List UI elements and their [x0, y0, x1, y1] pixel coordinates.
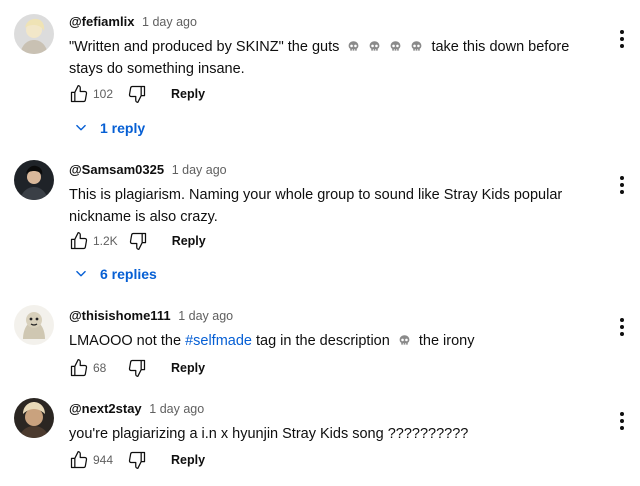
thumbs-down-icon[interactable]: [127, 358, 147, 378]
chevron-down-icon: [74, 267, 88, 281]
avatar[interactable]: [14, 160, 54, 200]
more-vertical-icon[interactable]: [620, 30, 624, 48]
comment-text-part: the irony: [418, 333, 475, 349]
comment-author[interactable]: @thisishome111: [69, 308, 171, 323]
comment-author[interactable]: @next2stay: [69, 401, 142, 416]
skull-emoji-icon: [347, 40, 360, 53]
like-count: 68: [93, 361, 107, 375]
reply-button[interactable]: Reply: [172, 234, 206, 248]
reply-button[interactable]: Reply: [171, 87, 205, 101]
skull-emoji-icon: [398, 334, 411, 347]
skull-emoji-icon: [389, 40, 402, 53]
thumbs-up-icon[interactable]: [69, 231, 89, 251]
comment-text-part: "Written and produced by SKINZ" the guts: [69, 39, 340, 55]
reply-button[interactable]: Reply: [171, 361, 205, 375]
thumbs-down-icon[interactable]: [127, 450, 147, 470]
thumbs-up-icon[interactable]: [69, 450, 89, 470]
chevron-down-icon: [74, 121, 88, 135]
more-vertical-icon[interactable]: [620, 412, 624, 430]
comment-text: "Written and produced by SKINZ" the guts…: [69, 36, 600, 80]
comment-author[interactable]: @Samsam0325: [69, 162, 164, 177]
replies-label: 6 replies: [100, 266, 157, 282]
avatar[interactable]: [14, 14, 54, 54]
skull-emoji-icon: [368, 40, 381, 53]
hashtag-link[interactable]: #selfmade: [185, 333, 252, 349]
skull-emoji-icon: [410, 40, 423, 53]
comment-timestamp[interactable]: 1 day ago: [172, 163, 227, 177]
avatar[interactable]: [14, 398, 54, 438]
view-replies-button[interactable]: 6 replies: [74, 266, 157, 282]
like-count: 102: [93, 87, 114, 101]
avatar[interactable]: [14, 305, 54, 345]
thumbs-down-icon[interactable]: [128, 231, 148, 251]
like-count: 944: [93, 453, 114, 467]
reply-button[interactable]: Reply: [171, 453, 205, 467]
comment-text: This is plagiarism. Naming your whole gr…: [69, 187, 563, 225]
comment-timestamp[interactable]: 1 day ago: [178, 309, 233, 323]
more-vertical-icon[interactable]: [620, 318, 624, 336]
more-vertical-icon[interactable]: [620, 176, 624, 194]
like-count: 1.2K: [93, 234, 118, 248]
comment-author[interactable]: @fefiamlix: [69, 14, 134, 29]
view-replies-button[interactable]: 1 reply: [74, 120, 145, 136]
thumbs-down-icon[interactable]: [127, 84, 147, 104]
comment-text-part: tag in the description: [256, 333, 390, 349]
comment-text-part: LMAOOO not the: [69, 333, 182, 349]
replies-label: 1 reply: [100, 120, 146, 136]
comment-text: you're plagiarizing a i.n x hyunjin Stra…: [69, 426, 469, 442]
thumbs-up-icon[interactable]: [69, 358, 89, 378]
comment-timestamp[interactable]: 1 day ago: [142, 15, 197, 29]
comment-timestamp[interactable]: 1 day ago: [149, 402, 204, 416]
comment-text: LMAOOO not the #selfmade tag in the desc…: [69, 330, 600, 352]
thumbs-up-icon[interactable]: [69, 84, 89, 104]
